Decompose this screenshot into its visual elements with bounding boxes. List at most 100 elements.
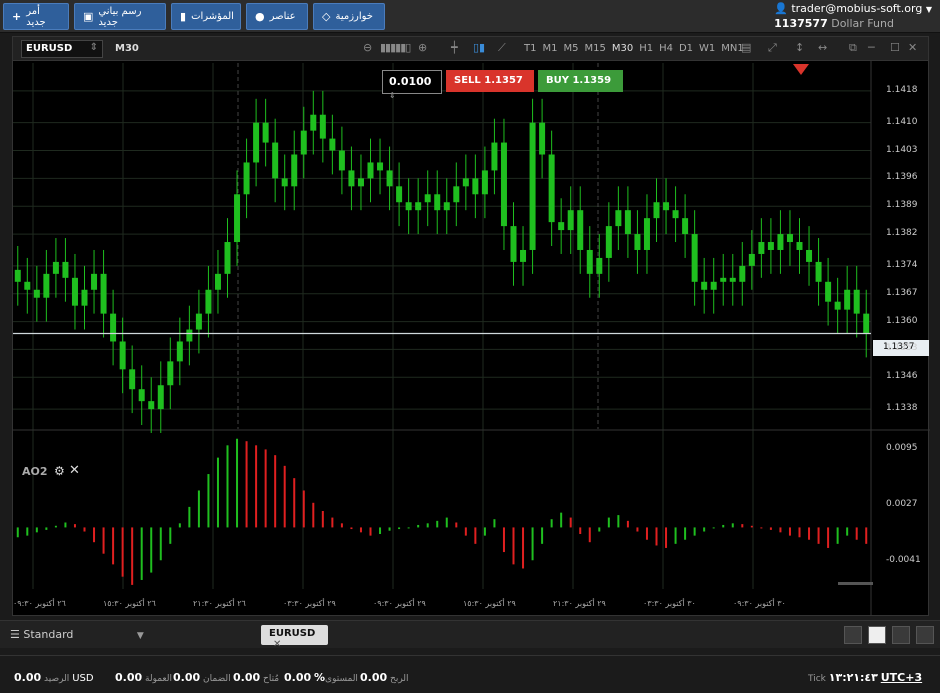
timezone[interactable]: UTC+3 <box>881 671 922 684</box>
candle <box>472 178 479 195</box>
stepper-icon: ⇕ <box>389 91 396 100</box>
candle <box>710 281 717 290</box>
time-value: ١٣:٢١:٤٣ <box>828 671 878 684</box>
candle <box>81 289 88 306</box>
x-tick-label: ٢٩ أكتوبر ٠٣:٣٠ <box>283 599 336 608</box>
status-bar: 0.00 الرصيد USD 0.00 العمولة 0.00 الضمان… <box>0 655 940 693</box>
candle <box>739 265 746 282</box>
candle <box>110 313 117 342</box>
ao-bar <box>64 522 67 528</box>
elements-button[interactable]: ● عناصر <box>246 3 308 30</box>
candle <box>434 194 441 211</box>
close-indicator-icon[interactable]: ✕ <box>69 463 80 478</box>
symbol-select[interactable]: EURUSD ⇕ <box>21 40 103 58</box>
candle <box>796 242 803 250</box>
candle <box>357 178 364 187</box>
ao-bar <box>379 527 382 534</box>
indicators-button[interactable]: ▮ المؤشرات <box>171 3 241 30</box>
margin-value: 0.00 <box>173 671 201 684</box>
candle <box>272 142 279 179</box>
algorithms-button[interactable]: ◇ خوارزمية <box>313 3 385 30</box>
ao-bar <box>712 527 715 529</box>
buy-button[interactable]: BUY 1.1359 <box>538 70 623 92</box>
tab-h1[interactable]: H1 <box>639 43 653 54</box>
buy-price: 1.1359 <box>572 75 612 86</box>
minimize-icon[interactable]: ─ <box>868 41 875 54</box>
workspace-select[interactable]: ☰ Standard ▼ <box>10 628 144 641</box>
chart-window[interactable]: EURUSD ⇕ M30 ⊖ ▮▮▮▮▮▯ ⊕ ┿ ▯▮ ⟋ T1 M1 M5 M15… <box>12 36 930 616</box>
expand-diagonal-icon[interactable]: ⤢ <box>768 41 777 55</box>
candle <box>510 226 517 262</box>
tab-m30[interactable]: M30 <box>612 43 633 54</box>
candle <box>643 218 650 250</box>
profit-label: الربح <box>390 674 409 684</box>
maximize-icon[interactable]: ☐ <box>890 41 900 54</box>
ao-bar <box>817 527 820 544</box>
ao-bar <box>16 527 19 538</box>
candle <box>262 122 269 143</box>
price-chart[interactable] <box>13 61 930 616</box>
indicator-menu-icon[interactable]: ▤ <box>741 41 751 54</box>
popout-icon[interactable]: ⧉ <box>849 41 857 55</box>
tab-w1[interactable]: W1 <box>699 43 715 54</box>
alert-marker <box>793 64 809 75</box>
candle <box>596 257 603 274</box>
chart-toolbar: EURUSD ⇕ M30 ⊖ ▮▮▮▮▮▯ ⊕ ┿ ▯▮ ⟋ T1 M1 M5 M15… <box>13 37 928 61</box>
bar-chart-icon[interactable]: ┿ <box>451 41 458 54</box>
balance-label: الرصيد <box>44 674 70 684</box>
tab-m15[interactable]: M15 <box>584 43 605 54</box>
ao-bar <box>655 527 658 546</box>
ao-bar <box>417 524 420 528</box>
margin-label: الضمان <box>203 674 231 684</box>
new-chart-label: رسم بياني جديد <box>98 5 142 28</box>
zoom-slider[interactable]: ▮▮▮▮▮▯ <box>380 41 411 54</box>
lot-input[interactable]: 0.0100 ⇕ <box>382 70 442 100</box>
layout-quad[interactable] <box>916 626 934 644</box>
zoom-out-icon[interactable]: ⊖ <box>363 41 372 54</box>
tick-label: Tick <box>808 674 826 684</box>
layout-columns[interactable] <box>892 626 910 644</box>
account-info[interactable]: 👤 trader@mobius-soft.org ▼ 1137577 Dolla… <box>774 2 932 31</box>
candle <box>367 162 374 179</box>
candle <box>224 242 231 274</box>
candle <box>663 202 670 211</box>
ao-bar <box>283 465 286 528</box>
tab-m1[interactable]: M1 <box>542 43 557 54</box>
x-tick-label: ٣٠ أكتوبر ٠٣:٣٠ <box>643 599 696 608</box>
layout-grid[interactable] <box>868 626 886 644</box>
ao-bar <box>264 449 267 528</box>
ao-bar <box>493 519 496 528</box>
new-order-button[interactable]: + أمر جديد <box>3 3 69 30</box>
ao-bar <box>531 527 534 561</box>
ao-bar <box>121 527 124 577</box>
close-tab-icon[interactable]: ✕ <box>273 639 281 650</box>
tab-h4[interactable]: H4 <box>659 43 673 54</box>
sell-button[interactable]: SELL 1.1357 <box>446 70 534 92</box>
candle <box>481 170 488 195</box>
vertical-scale-icon[interactable]: ↕ <box>795 41 804 54</box>
line-chart-icon[interactable]: ⟋ <box>498 41 506 55</box>
tab-t1[interactable]: T1 <box>524 43 536 54</box>
x-tick-label: ٢٦ أكتوبر ٢١:٣٠ <box>193 599 246 608</box>
close-icon[interactable]: ✕ <box>908 41 917 54</box>
ao-bar <box>207 474 210 528</box>
candle <box>491 142 498 171</box>
level-value: 0.00 <box>284 671 312 684</box>
gear-icon[interactable]: ⚙ <box>54 464 65 478</box>
layout-single[interactable] <box>844 626 862 644</box>
tab-m5[interactable]: M5 <box>563 43 578 54</box>
chart-tab[interactable]: EURUSD ✕ <box>261 625 328 650</box>
horizontal-scale-icon[interactable]: ↔ <box>818 41 827 54</box>
candle <box>586 249 593 274</box>
candle <box>33 289 40 298</box>
candle <box>148 401 155 410</box>
new-chart-button[interactable]: ▣ رسم بياني جديد <box>74 3 166 30</box>
candle <box>71 277 78 306</box>
tab-d1[interactable]: D1 <box>679 43 693 54</box>
candle-chart-icon[interactable]: ▯▮ <box>473 41 485 54</box>
workspace-name: Standard <box>23 628 74 641</box>
ao-bar <box>388 527 391 531</box>
zoom-in-icon[interactable]: ⊕ <box>418 41 427 54</box>
candle <box>653 202 660 219</box>
ao-bar <box>245 441 248 528</box>
